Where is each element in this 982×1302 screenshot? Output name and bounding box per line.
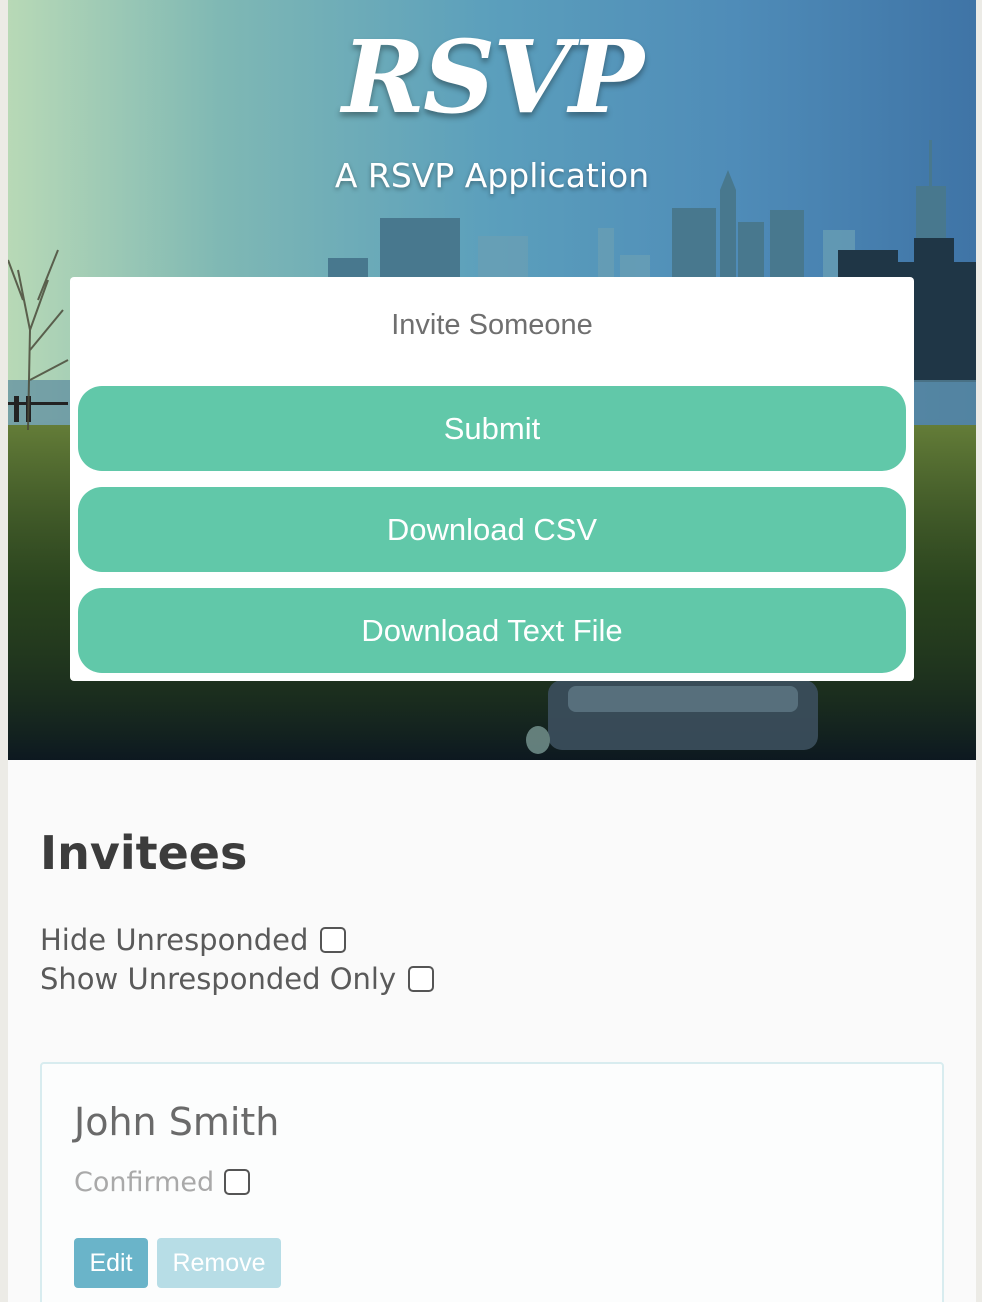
invitee-name: John Smith bbox=[74, 1100, 280, 1144]
remove-button[interactable]: Remove bbox=[157, 1238, 281, 1288]
confirmed-checkbox[interactable] bbox=[224, 1169, 251, 1195]
submit-button[interactable]: Submit bbox=[78, 386, 906, 471]
confirmed-toggle[interactable]: Confirmed bbox=[74, 1164, 251, 1200]
app-tagline: A RSVP Application bbox=[334, 156, 650, 195]
invite-title: Invite Someone bbox=[391, 309, 593, 341]
invitee-card: John Smith Confirmed Edit Remove bbox=[40, 1062, 944, 1302]
show-unresponded-only-filter[interactable]: Show Unresponded Only bbox=[40, 961, 435, 997]
invite-card: Invite Someone Submit Download CSV Downl… bbox=[70, 277, 914, 681]
hide-unresponded-filter[interactable]: Hide Unresponded bbox=[40, 922, 347, 958]
edit-button[interactable]: Edit bbox=[74, 1238, 148, 1288]
show-unresponded-only-checkbox[interactable] bbox=[408, 966, 435, 992]
invitees-heading: Invitees bbox=[40, 826, 248, 880]
app-logo: RSVP bbox=[341, 18, 644, 136]
page: RSVP A RSVP Application Invite Someone S… bbox=[8, 0, 976, 1302]
hero-header: RSVP A RSVP Application Invite Someone S… bbox=[8, 0, 976, 760]
hide-unresponded-checkbox[interactable] bbox=[320, 927, 347, 953]
download-text-file-button[interactable]: Download Text File bbox=[78, 588, 906, 673]
show-unresponded-only-label: Show Unresponded Only bbox=[40, 962, 397, 996]
download-csv-button[interactable]: Download CSV bbox=[78, 487, 906, 572]
confirmed-label: Confirmed bbox=[74, 1166, 215, 1198]
hide-unresponded-label: Hide Unresponded bbox=[40, 923, 309, 957]
